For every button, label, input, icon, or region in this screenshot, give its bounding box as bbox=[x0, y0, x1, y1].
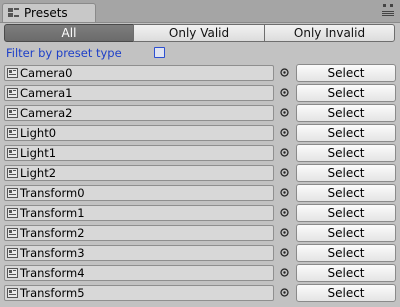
preset-asset-icon bbox=[7, 248, 18, 258]
preset-row: Transform1 Select bbox=[0, 203, 400, 223]
tab-title: Presets bbox=[24, 6, 68, 20]
preset-row: Light1 Select bbox=[0, 143, 400, 163]
select-button[interactable]: Select bbox=[296, 124, 396, 142]
presets-window: Presets All Only Valid Only Invalid Filt… bbox=[0, 0, 400, 307]
object-picker-icon[interactable] bbox=[280, 148, 289, 157]
preset-object-field[interactable]: Light2 bbox=[4, 165, 274, 181]
preset-row: Camera1 Select bbox=[0, 83, 400, 103]
preset-object-field[interactable]: Light0 bbox=[4, 125, 274, 141]
object-picker-icon[interactable] bbox=[280, 188, 289, 197]
preset-asset-icon bbox=[7, 288, 18, 298]
object-picker-icon[interactable] bbox=[280, 268, 289, 277]
preset-asset-icon bbox=[7, 208, 18, 218]
preset-object-field[interactable]: Camera2 bbox=[4, 105, 274, 121]
preset-name: Transform5 bbox=[20, 286, 85, 300]
object-picker-icon[interactable] bbox=[280, 208, 289, 217]
object-picker-icon[interactable] bbox=[280, 128, 289, 137]
preset-row: Light2 Select bbox=[0, 163, 400, 183]
presets-icon bbox=[8, 8, 19, 17]
mode-only-invalid-button[interactable]: Only Invalid bbox=[264, 24, 395, 42]
object-picker-icon[interactable] bbox=[280, 288, 289, 297]
object-picker-icon[interactable] bbox=[280, 108, 289, 117]
preset-name: Transform4 bbox=[20, 266, 85, 280]
preset-name: Transform0 bbox=[20, 186, 85, 200]
tab-presets[interactable]: Presets bbox=[2, 3, 96, 22]
preset-row: Transform5 Select bbox=[0, 283, 400, 303]
filter-by-type-checkbox[interactable] bbox=[154, 47, 165, 58]
preset-row: Camera2 Select bbox=[0, 103, 400, 123]
preset-row: Camera0 Select bbox=[0, 63, 400, 83]
preset-asset-icon bbox=[7, 268, 18, 278]
preset-object-field[interactable]: Transform1 bbox=[4, 205, 274, 221]
select-button[interactable]: Select bbox=[296, 64, 396, 82]
preset-row: Light0 Select bbox=[0, 123, 400, 143]
preset-row: Transform0 Select bbox=[0, 183, 400, 203]
preset-asset-icon bbox=[7, 188, 18, 198]
select-button[interactable]: Select bbox=[296, 104, 396, 122]
preset-name: Camera0 bbox=[20, 66, 73, 80]
preset-asset-icon bbox=[7, 108, 18, 118]
preset-object-field[interactable]: Camera0 bbox=[4, 65, 274, 81]
select-button[interactable]: Select bbox=[296, 84, 396, 102]
mode-only-valid-button[interactable]: Only Valid bbox=[133, 24, 265, 42]
object-picker-icon[interactable] bbox=[280, 228, 289, 237]
preset-asset-icon bbox=[7, 68, 18, 78]
mode-all-button[interactable]: All bbox=[4, 24, 134, 42]
preset-name: Light1 bbox=[20, 146, 57, 160]
preset-object-field[interactable]: Transform5 bbox=[4, 285, 274, 301]
preset-asset-icon bbox=[7, 148, 18, 158]
preset-asset-icon bbox=[7, 228, 18, 238]
preset-name: Transform1 bbox=[20, 206, 85, 220]
object-picker-icon[interactable] bbox=[280, 168, 289, 177]
select-button[interactable]: Select bbox=[296, 184, 396, 202]
preset-row: Transform4 Select bbox=[0, 263, 400, 283]
preset-name: Camera1 bbox=[20, 86, 73, 100]
select-button[interactable]: Select bbox=[296, 224, 396, 242]
select-button[interactable]: Select bbox=[296, 284, 396, 302]
select-button[interactable]: Select bbox=[296, 244, 396, 262]
preset-row: Transform3 Select bbox=[0, 243, 400, 263]
object-picker-icon[interactable] bbox=[280, 248, 289, 257]
preset-asset-icon bbox=[7, 168, 18, 178]
select-button[interactable]: Select bbox=[296, 204, 396, 222]
preset-name: Transform2 bbox=[20, 226, 85, 240]
preset-asset-icon bbox=[7, 128, 18, 138]
preset-object-field[interactable]: Light1 bbox=[4, 145, 274, 161]
object-picker-icon[interactable] bbox=[280, 68, 289, 77]
preset-object-field[interactable]: Transform2 bbox=[4, 225, 274, 241]
preset-object-field[interactable]: Transform0 bbox=[4, 185, 274, 201]
preset-list: Camera0 Select Camera1 Select Camera2 Select L… bbox=[0, 63, 400, 303]
select-button[interactable]: Select bbox=[296, 164, 396, 182]
preset-name: Light0 bbox=[20, 126, 57, 140]
preset-object-field[interactable]: Transform3 bbox=[4, 245, 274, 261]
select-button[interactable]: Select bbox=[296, 264, 396, 282]
filter-label: Filter by preset type bbox=[6, 46, 122, 60]
window-menu-icon[interactable] bbox=[381, 1, 395, 19]
tab-strip: Presets bbox=[0, 0, 400, 23]
preset-name: Light2 bbox=[20, 166, 57, 180]
object-picker-icon[interactable] bbox=[280, 88, 289, 97]
preset-row: Transform2 Select bbox=[0, 223, 400, 243]
select-button[interactable]: Select bbox=[296, 144, 396, 162]
preset-name: Camera2 bbox=[20, 106, 73, 120]
preset-object-field[interactable]: Camera1 bbox=[4, 85, 274, 101]
preset-asset-icon bbox=[7, 88, 18, 98]
preset-name: Transform3 bbox=[20, 246, 85, 260]
preset-object-field[interactable]: Transform4 bbox=[4, 265, 274, 281]
